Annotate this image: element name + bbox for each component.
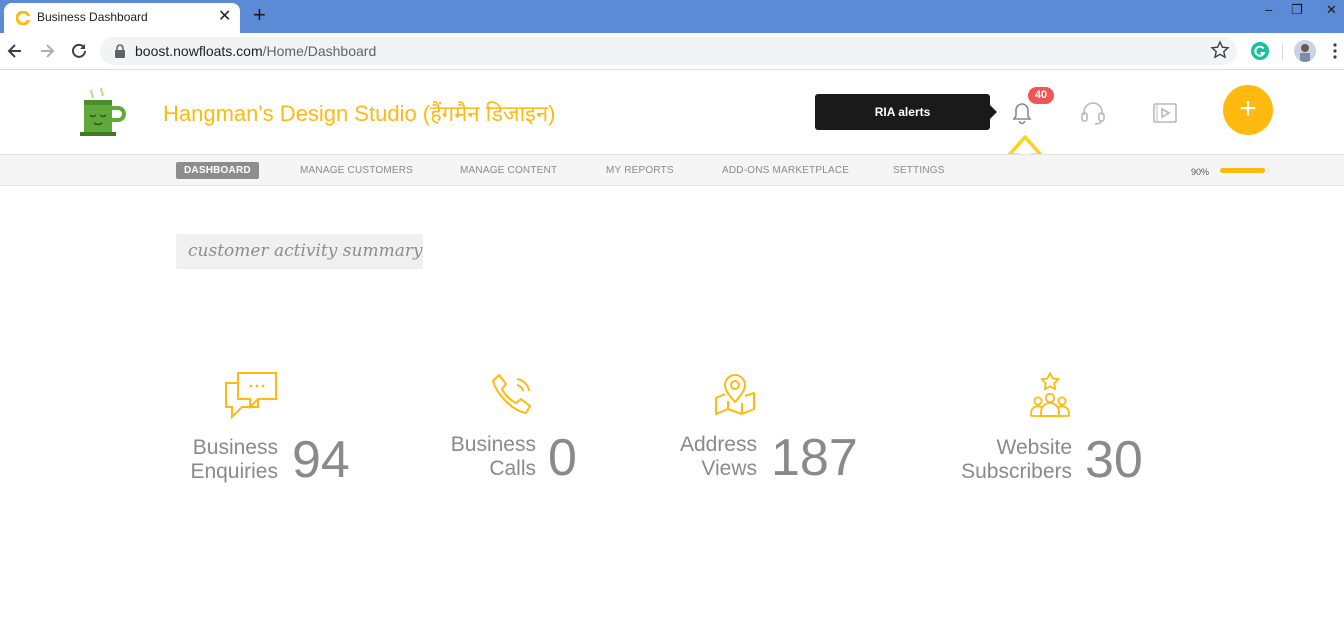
- site-header: Hangman's Design Studio (हैंगमैन डिजाइन)…: [0, 70, 1344, 179]
- stat-label: Address Views: [679, 433, 757, 480]
- minimize-button[interactable]: –: [1265, 2, 1272, 17]
- grammarly-extension-icon[interactable]: [1251, 42, 1269, 60]
- add-button[interactable]: +: [1223, 85, 1273, 135]
- nav-manage-content[interactable]: MANAGE CONTENT: [460, 165, 557, 176]
- window-close-button[interactable]: ✕: [1326, 2, 1337, 18]
- stat-value: 187: [771, 429, 858, 487]
- main-nav: DASHBOARD MANAGE CUSTOMERS MANAGE CONTEN…: [0, 154, 1344, 186]
- profile-completion-percent: 90%: [1191, 167, 1210, 177]
- new-tab-button[interactable]: +: [253, 2, 266, 28]
- headset-support-icon[interactable]: [1080, 100, 1106, 126]
- tab-title: Business Dashboard: [37, 10, 148, 24]
- nav-dashboard[interactable]: DASHBOARD: [176, 162, 259, 179]
- stat-label: Business Enquiries: [190, 436, 278, 483]
- video-tutorial-icon[interactable]: [1152, 101, 1178, 125]
- bell-icon[interactable]: [1011, 101, 1033, 125]
- address-bar[interactable]: boost.nowfloats.com/Home/Dashboard: [100, 37, 1237, 65]
- stat-value: 94: [292, 431, 350, 489]
- subscribers-icon: [1030, 372, 1070, 417]
- nav-manage-customers[interactable]: MANAGE CUSTOMERS: [300, 165, 413, 176]
- restore-button[interactable]: ❐: [1291, 2, 1303, 18]
- stat-value: 30: [1085, 431, 1143, 489]
- profile-completion-bar[interactable]: [1220, 168, 1270, 173]
- business-name[interactable]: Hangman's Design Studio (हैंगमैन डिजाइन): [163, 98, 556, 128]
- stat-label: Website Subscribers: [961, 436, 1072, 483]
- business-logo-mug[interactable]: [62, 82, 134, 142]
- browser-tab[interactable]: Business Dashboard ✕: [4, 3, 240, 33]
- back-arrow-icon[interactable]: [5, 41, 25, 61]
- url-text: boost.nowfloats.com/Home/Dashboard: [135, 43, 377, 59]
- nav-addons-marketplace[interactable]: ADD-ONS MARKETPLACE: [722, 165, 849, 176]
- map-pin-icon: [715, 374, 755, 415]
- stat-label: Business Calls: [450, 433, 536, 480]
- chat-icon: [225, 372, 277, 419]
- lock-icon: [115, 44, 125, 58]
- tab-close-icon[interactable]: ✕: [218, 8, 231, 26]
- forward-arrow-icon[interactable]: [37, 41, 57, 61]
- reload-icon[interactable]: [69, 41, 89, 61]
- stat-value: 0: [548, 429, 577, 487]
- bookmark-star-icon[interactable]: [1210, 40, 1230, 60]
- profile-avatar[interactable]: [1294, 40, 1316, 62]
- browser-toolbar: boost.nowfloats.com/Home/Dashboard: [0, 33, 1344, 70]
- section-title: customer activity summary: [176, 234, 423, 269]
- alerts-count-badge: 40: [1028, 87, 1054, 104]
- nowfloats-favicon-icon: [16, 11, 30, 25]
- nav-settings[interactable]: SETTINGS: [893, 165, 945, 176]
- ria-alerts-tooltip: RIA alerts: [815, 94, 997, 130]
- browser-tab-strip: Business Dashboard ✕ + – ❐ ✕: [0, 0, 1344, 33]
- browser-menu-icon[interactable]: [1332, 41, 1338, 61]
- phone-icon: [492, 374, 531, 414]
- profile-completion-fill: [1220, 168, 1265, 173]
- toolbar-divider: [1282, 43, 1283, 61]
- nav-my-reports[interactable]: MY REPORTS: [606, 165, 674, 176]
